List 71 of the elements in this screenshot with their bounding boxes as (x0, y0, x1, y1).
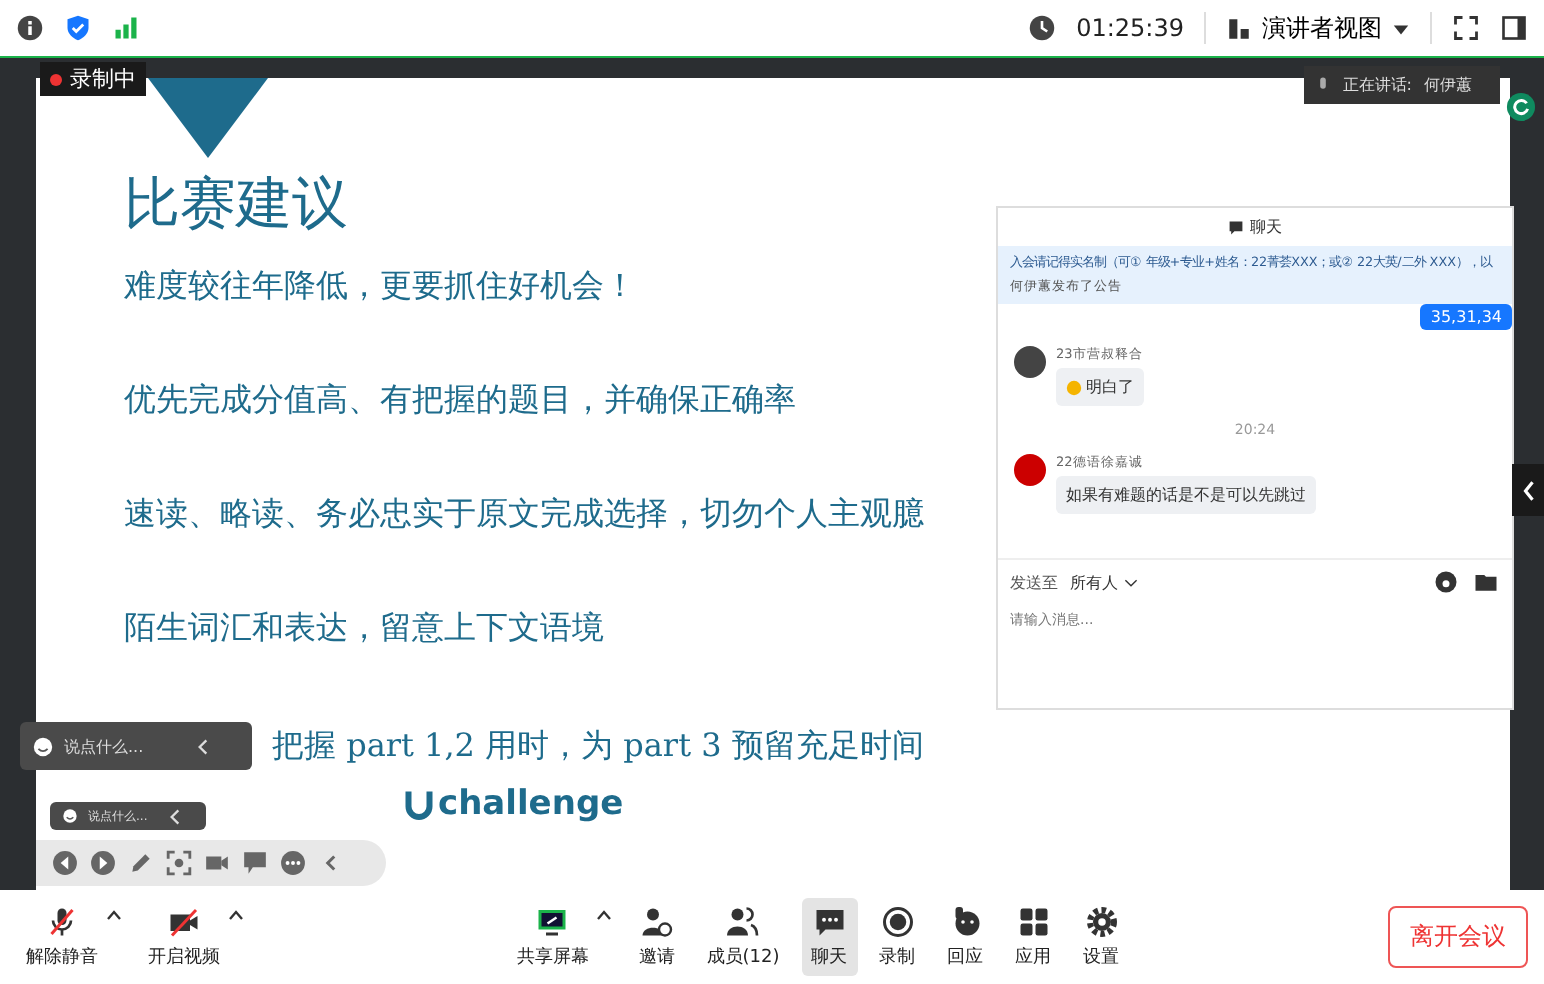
caret-icon[interactable] (106, 910, 122, 920)
focus-icon[interactable] (166, 850, 192, 876)
info-icon[interactable] (16, 14, 44, 42)
record-icon (879, 904, 916, 940)
refresh-icon[interactable] (1506, 92, 1536, 122)
message-bubble: 35,31,34 (1420, 304, 1512, 330)
video-off-icon (166, 904, 202, 940)
collapse-icon[interactable] (198, 737, 208, 755)
chevron-left-icon (1521, 479, 1535, 501)
sidebar-toggle-icon[interactable] (1500, 14, 1528, 42)
chat-icon (811, 904, 848, 940)
add-person-icon (638, 904, 675, 940)
recording-label: 录制中 (70, 64, 136, 94)
collapse-button[interactable] (1512, 464, 1544, 516)
settings-icon (1083, 904, 1120, 940)
screen-share-icon (534, 904, 571, 940)
speaker-prefix: 正在讲话: (1342, 74, 1412, 96)
meeting-timer: 01:25:39 (1076, 14, 1184, 42)
share-button[interactable]: 共享屏幕 (506, 898, 617, 976)
avatar (1014, 346, 1046, 378)
clock-icon (1028, 14, 1057, 42)
react-button[interactable]: 回应 (937, 898, 994, 976)
caret-icon (1124, 577, 1138, 587)
leave-meeting-button[interactable]: 离开会议 (1387, 906, 1528, 968)
grid-icon (1015, 904, 1052, 940)
caret-icon[interactable] (596, 910, 613, 920)
people-icon (724, 904, 761, 940)
settings-button[interactable]: 设置 (1073, 898, 1130, 976)
logo-mark-icon (404, 787, 434, 821)
next-icon[interactable] (90, 850, 116, 876)
emoji-icon[interactable] (1432, 568, 1460, 596)
pen-icon[interactable] (128, 850, 154, 876)
message-bubble: 如果有难题的话是不是可以先跳过 (1056, 476, 1316, 514)
send-to-label: 发送至 (1010, 571, 1058, 593)
apps-button[interactable]: 应用 (1005, 898, 1062, 976)
triangle-shape (148, 78, 268, 158)
layout-icon (1226, 15, 1252, 41)
shield-icon[interactable] (64, 14, 92, 42)
message-bubble: 明白了 (1056, 368, 1144, 406)
slide-text: 速读、略读、务必忠实于原文完成选择，切勿个人主观臆 (124, 494, 924, 536)
mic-button[interactable]: 解除静音 (16, 898, 126, 976)
recording-dot-icon (50, 73, 62, 85)
previous-icon[interactable] (52, 850, 78, 876)
slide-text: 把握 part 1,2 用时，为 part 3 预留充足时间 (272, 726, 924, 768)
video-button[interactable]: 开启视频 (138, 898, 248, 976)
comment-input[interactable]: 说点什么... (64, 737, 188, 755)
avatar (1014, 454, 1046, 486)
invite-button[interactable]: 邀请 (628, 898, 685, 976)
chat-icon (1228, 219, 1244, 235)
signal-icon[interactable] (112, 14, 140, 42)
slide-text: 陌生词汇和表达，留意上下文语境 (124, 608, 604, 650)
comment-icon[interactable] (242, 850, 268, 876)
microphone-icon (1316, 75, 1331, 95)
recipient-dropdown[interactable]: 所有人 (1070, 571, 1138, 593)
smiley-icon[interactable] (32, 735, 54, 757)
slide-text: 优先完成分值高、有把握的题目，并确保正确率 (124, 380, 796, 422)
slide-text: 难度较往年降低，更要抓住好机会！ (124, 266, 636, 308)
caret-icon (1392, 19, 1410, 37)
record-button[interactable]: 录制 (869, 898, 926, 976)
smiley-icon[interactable] (62, 808, 78, 824)
collapse-icon[interactable] (170, 807, 180, 825)
members-button[interactable]: 成员(12) (696, 898, 790, 976)
caret-icon[interactable] (228, 910, 244, 920)
view-menu[interactable]: 演讲者视图 (1226, 11, 1410, 45)
more-icon[interactable] (280, 850, 306, 876)
slide-title: 比赛建议 (124, 168, 348, 240)
logo-text: challenge (438, 784, 624, 824)
fullscreen-icon[interactable] (1452, 14, 1480, 42)
chat-button[interactable]: 聊天 (801, 898, 858, 976)
chat-title: 聊天 (1250, 216, 1282, 238)
speaker-name: 何伊蕙 (1424, 74, 1472, 96)
